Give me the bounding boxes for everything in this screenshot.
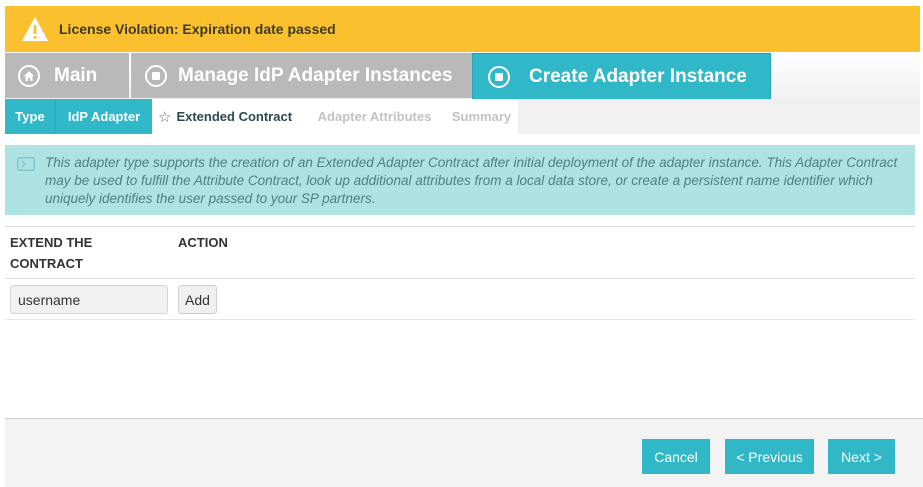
step-tab-summary-label: Summary [451, 109, 512, 124]
step-tab-extended-contract-label: Extended Contract [176, 109, 293, 124]
breadcrumb-main-label: Main [54, 64, 98, 86]
table-divider [5, 319, 915, 320]
add-button[interactable]: Add [178, 285, 217, 314]
column-header-action: ACTION [178, 235, 228, 250]
info-message-text: This adapter type supports the creation … [45, 155, 898, 206]
step-tab-extended-contract[interactable]: ☆ Extended Contract [152, 99, 304, 134]
breadcrumb-manage-idp-adapter-instances[interactable]: Manage IdP Adapter Instances [131, 53, 472, 98]
info-panel-icon [17, 157, 35, 171]
breadcrumb-create-adapter-instance: Create Adapter Instance [472, 53, 771, 100]
step-tab-summary: Summary [445, 99, 518, 134]
star-icon: ☆ [158, 108, 172, 126]
extend-contract-input[interactable] [10, 285, 168, 314]
breadcrumb-main[interactable]: Main [5, 53, 129, 98]
breadcrumb-manage-label: Manage IdP Adapter Instances [178, 64, 453, 86]
license-violation-banner: License Violation: Expiration date passe… [5, 6, 920, 52]
column-header-extend-contract: EXTEND THE CONTRACT [10, 235, 93, 271]
step-tab-type[interactable]: Type [5, 99, 55, 134]
warning-triangle-icon [22, 17, 48, 41]
breadcrumb-create-label: Create Adapter Instance [529, 65, 747, 87]
stop-circle-icon [145, 64, 167, 87]
home-icon [18, 64, 40, 87]
step-tab-adapter-attributes-label: Adapter Attributes [317, 109, 432, 124]
stop-circle-icon [488, 65, 510, 88]
next-button[interactable]: Next > [828, 439, 895, 474]
info-message: This adapter type supports the creation … [5, 145, 915, 215]
step-tab-adapter-attributes: Adapter Attributes [304, 99, 445, 134]
wizard-steps: Type IdP Adapter ☆ Extended Contract Ada… [5, 99, 920, 134]
step-tab-idp-adapter-label: IdP Adapter [67, 109, 141, 124]
breadcrumb: Main Manage IdP Adapter Instances Create… [5, 52, 920, 100]
license-violation-text: License Violation: Expiration date passe… [59, 21, 336, 37]
table-divider [5, 278, 915, 279]
cancel-button[interactable]: Cancel [642, 439, 710, 474]
table-divider [5, 226, 915, 227]
step-tab-type-label: Type [15, 109, 45, 124]
step-tab-idp-adapter[interactable]: IdP Adapter [55, 99, 152, 134]
previous-button[interactable]: < Previous [725, 439, 814, 474]
